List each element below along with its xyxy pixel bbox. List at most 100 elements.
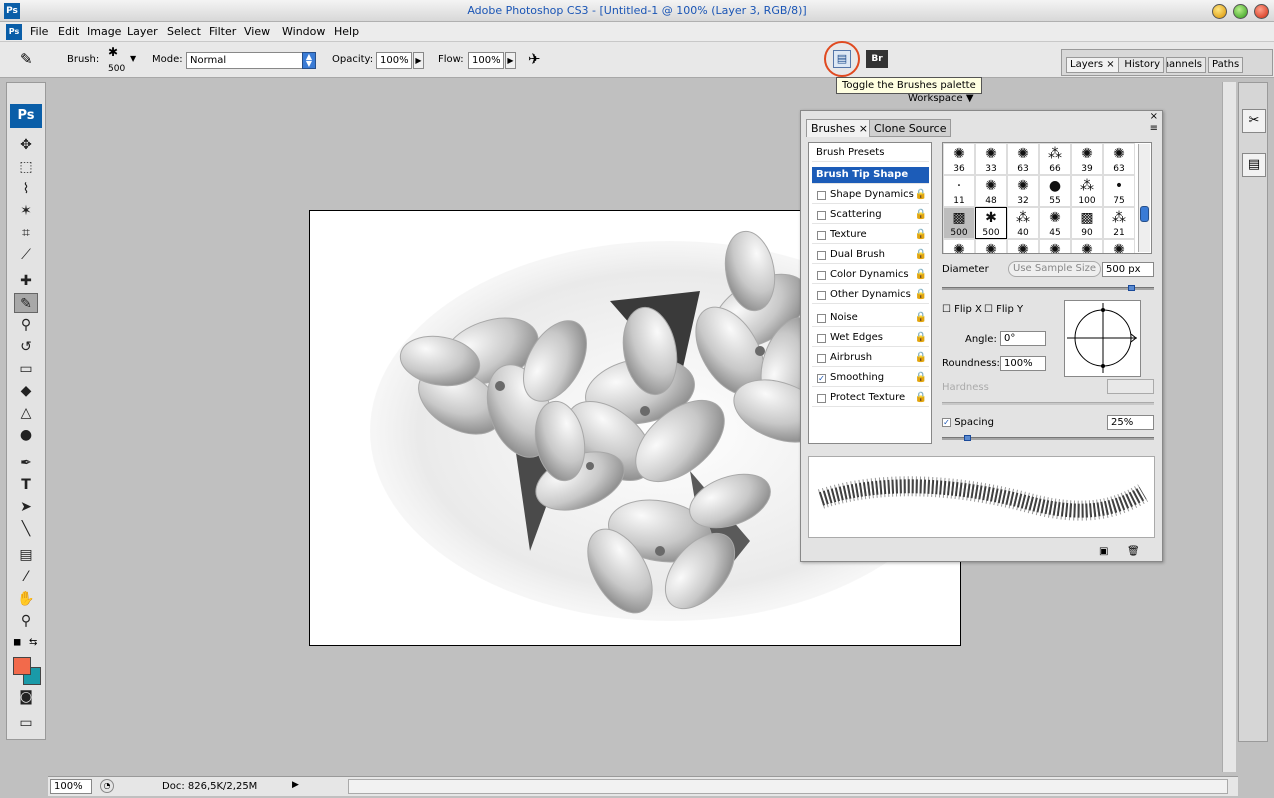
brush-picker-arrow-icon[interactable]: ▼ <box>130 54 136 63</box>
new-preset-icon[interactable]: ▣ <box>1099 546 1108 557</box>
noise-item[interactable]: Noise 🔒 <box>812 310 929 327</box>
presets-scroll-thumb[interactable] <box>1140 206 1149 222</box>
diameter-field[interactable]: 500 px <box>1102 262 1154 277</box>
protect-texture-checkbox[interactable] <box>817 394 826 403</box>
spacing-checkbox[interactable]: ✓ Spacing <box>942 417 994 428</box>
scattering-checkbox[interactable] <box>817 211 826 220</box>
move-tool-icon[interactable]: ✥ <box>14 135 38 155</box>
status-menu-arrow-icon[interactable]: ▶ <box>292 780 299 790</box>
dual-brush-checkbox[interactable] <box>817 251 826 260</box>
default-colors-icon[interactable]: ◼ <box>13 637 21 648</box>
menu-view[interactable]: View <box>244 25 270 38</box>
zoom-field[interactable]: 100% <box>50 779 92 794</box>
zoom-tool-icon[interactable]: ⚲ <box>14 611 38 631</box>
menu-select[interactable]: Select <box>167 25 201 38</box>
brush-preset[interactable]: ⁂ 21 <box>1103 207 1135 239</box>
brush-preset[interactable]: ✺ 39 <box>1071 143 1103 175</box>
status-info-icon[interactable]: ◔ <box>100 779 114 793</box>
spacing-slider-knob[interactable] <box>964 435 971 441</box>
pen-tool-icon[interactable]: ✒ <box>14 453 38 473</box>
path-selection-tool-icon[interactable]: ➤ <box>14 497 38 517</box>
tab-channels[interactable]: Channels <box>1166 57 1206 73</box>
history-brush-tool-icon[interactable]: ↺ <box>14 337 38 357</box>
vertical-scrollbar[interactable] <box>1222 82 1236 772</box>
smoothing-item[interactable]: ✓ Smoothing 🔒 <box>812 370 929 387</box>
lock-icon[interactable]: 🔒 <box>915 312 927 323</box>
mode-select[interactable]: Normal <box>186 52 304 69</box>
wet-edges-checkbox[interactable] <box>817 334 826 343</box>
palette-menu-icon[interactable]: ≡ <box>1150 123 1158 134</box>
texture-item[interactable]: Texture 🔒 <box>812 227 929 244</box>
flip-x-checkbox[interactable]: ☐ Flip X <box>942 304 982 315</box>
brush-preset[interactable]: ✺ 45 <box>1039 207 1071 239</box>
opacity-field[interactable]: 100% <box>376 52 412 69</box>
brush-preset[interactable]: · 11 <box>943 175 975 207</box>
menu-edit[interactable]: Edit <box>58 25 79 38</box>
spacing-slider[interactable] <box>942 437 1154 440</box>
brush-preset[interactable]: ✺ <box>1039 239 1071 253</box>
mode-dropdown-icon[interactable]: ▲ ▼ <box>302 52 316 69</box>
brush-preset[interactable]: ✺ 36 <box>943 143 975 175</box>
brush-tip-shape-item[interactable]: Brush Tip Shape <box>812 167 929 184</box>
brush-preset[interactable]: ✺ <box>975 239 1007 253</box>
brush-preset[interactable]: ✺ <box>1007 239 1039 253</box>
airbrush-icon[interactable]: ✈ <box>528 50 541 68</box>
menu-help[interactable]: Help <box>334 25 359 38</box>
brush-preset[interactable]: ✺ 48 <box>975 175 1007 207</box>
lock-icon[interactable]: 🔒 <box>915 269 927 280</box>
lock-icon[interactable]: 🔒 <box>915 289 927 300</box>
stamp-tool-icon[interactable]: ⚲ <box>14 315 38 335</box>
menu-window[interactable]: Window <box>282 25 325 38</box>
use-sample-size-button[interactable]: Use Sample Size <box>1008 261 1102 277</box>
other-dynamics-checkbox[interactable] <box>817 291 826 300</box>
diameter-slider-knob[interactable] <box>1128 285 1135 291</box>
wet-edges-item[interactable]: Wet Edges 🔒 <box>812 330 929 347</box>
lock-icon[interactable]: 🔒 <box>915 189 927 200</box>
delete-preset-icon[interactable]: 🗑 <box>1127 546 1140 557</box>
smoothing-checkbox[interactable]: ✓ <box>817 374 826 383</box>
eraser-tool-icon[interactable]: ▭ <box>14 359 38 379</box>
noise-checkbox[interactable] <box>817 314 826 323</box>
other-dynamics-item[interactable]: Other Dynamics 🔒 <box>812 287 929 304</box>
palette-close-icon[interactable]: × <box>1150 111 1158 122</box>
eyedropper-tool-icon[interactable]: ⁄ <box>14 567 38 587</box>
brush-preset[interactable]: ✱ 500 <box>975 207 1007 239</box>
tab-layers[interactable]: Layers × <box>1066 57 1119 73</box>
tab-clone-source[interactable]: Clone Source <box>869 119 952 137</box>
color-dynamics-checkbox[interactable] <box>817 271 826 280</box>
flip-y-checkbox[interactable]: ☐ Flip Y <box>984 304 1023 315</box>
tab-paths[interactable]: Paths <box>1208 57 1244 73</box>
lock-icon[interactable]: 🔒 <box>915 372 927 383</box>
brush-preset[interactable]: ✺ <box>943 239 975 253</box>
brush-presets-item[interactable]: Brush Presets <box>812 145 929 162</box>
roundness-field[interactable]: 100% <box>1000 356 1046 371</box>
brush-tool-icon[interactable]: ✎ <box>14 293 38 313</box>
scattering-item[interactable]: Scattering 🔒 <box>812 207 929 224</box>
swap-colors-icon[interactable]: ⇆ <box>29 637 37 648</box>
blur-tool-icon[interactable]: △ <box>14 403 38 423</box>
brush-preview-icon[interactable]: ✱ <box>108 45 118 59</box>
brush-preset[interactable]: ✺ <box>1103 239 1135 253</box>
bridge-icon[interactable]: Br <box>866 50 888 68</box>
maximize-button[interactable] <box>1233 4 1248 19</box>
menu-layer[interactable]: Layer <box>127 25 158 38</box>
brush-preset[interactable]: • 75 <box>1103 175 1135 207</box>
shape-dynamics-checkbox[interactable] <box>817 191 826 200</box>
dual-brush-item[interactable]: Dual Brush 🔒 <box>812 247 929 264</box>
flow-field[interactable]: 100% <box>468 52 504 69</box>
brush-preset[interactable]: ✺ 63 <box>1007 143 1039 175</box>
lock-icon[interactable]: 🔒 <box>915 209 927 220</box>
screen-mode-icon[interactable]: ▭ <box>14 713 38 733</box>
brush-preset[interactable]: ▩ 90 <box>1071 207 1103 239</box>
dodge-tool-icon[interactable]: ● <box>14 425 38 445</box>
menu-image[interactable]: Image <box>87 25 121 38</box>
line-tool-icon[interactable]: ╲ <box>14 519 38 539</box>
magic-wand-tool-icon[interactable]: ✶ <box>14 201 38 221</box>
brush-preset[interactable]: ▩ 500 <box>943 207 975 239</box>
angle-field[interactable]: 0° <box>1000 331 1046 346</box>
minimize-button[interactable] <box>1212 4 1227 19</box>
healing-brush-tool-icon[interactable]: ✚ <box>14 271 38 291</box>
lock-icon[interactable]: 🔒 <box>915 352 927 363</box>
layer-comps-dock-icon[interactable]: ▤ <box>1242 153 1266 177</box>
protect-texture-item[interactable]: Protect Texture 🔒 <box>812 390 929 407</box>
